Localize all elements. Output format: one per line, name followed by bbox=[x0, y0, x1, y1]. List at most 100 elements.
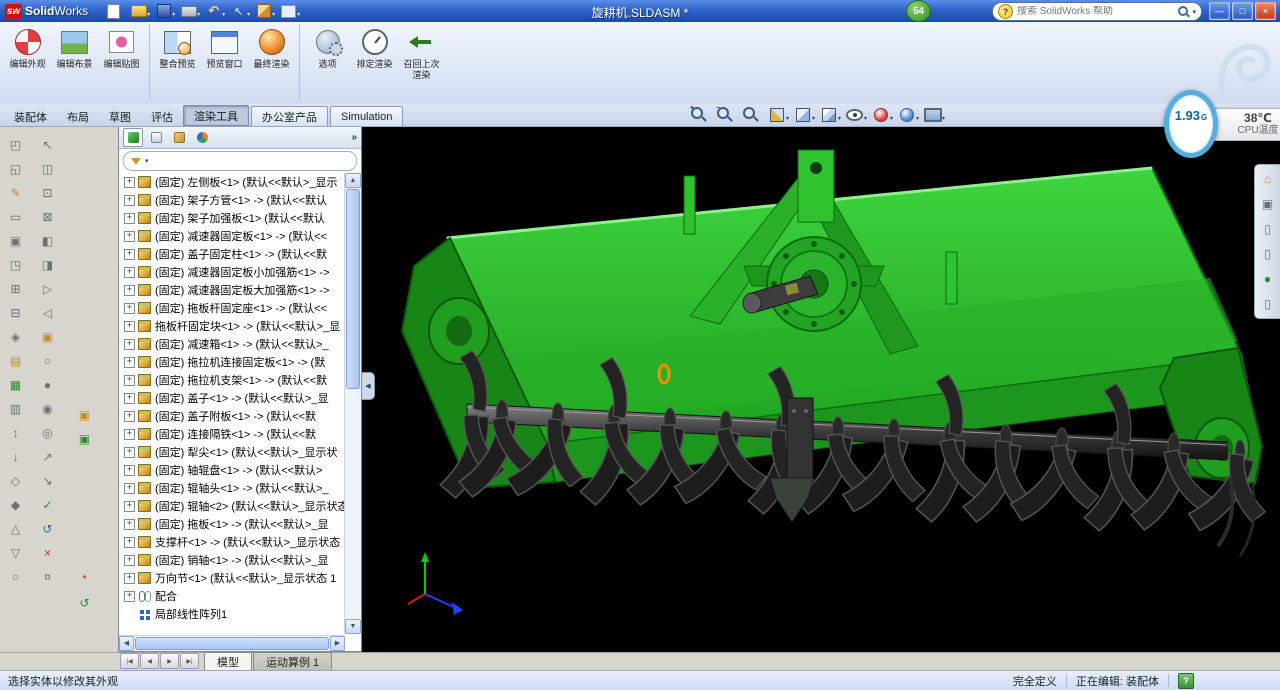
toolbar-icon[interactable]: ↕ bbox=[7, 424, 24, 441]
search-options-caret[interactable]: ▾ bbox=[1192, 8, 1196, 16]
commandmanager-tab[interactable]: 布局 bbox=[57, 107, 99, 126]
ribbon-button[interactable]: 选项 bbox=[299, 24, 351, 99]
toolbar-icon[interactable]: ◆ bbox=[7, 496, 24, 513]
toolbar-icon[interactable]: ▭ bbox=[7, 208, 24, 225]
dropdown-caret[interactable]: ▾ bbox=[942, 115, 945, 122]
tree-item[interactable]: + (固定) 辊轴<2> (默认<<默认>_显示状态 bbox=[121, 497, 344, 515]
expand-toggle[interactable]: + bbox=[124, 177, 135, 188]
view-tool-button[interactable]: ▾ bbox=[922, 105, 943, 124]
toolbar-icon[interactable]: ▣ bbox=[76, 430, 93, 447]
tree-item[interactable]: + (固定) 减速箱<1> -> (默认<<默认>_ bbox=[121, 335, 344, 353]
quick-tool-button[interactable] bbox=[102, 2, 125, 20]
toolbar-icon[interactable]: ◫ bbox=[39, 160, 56, 177]
expand-toggle[interactable]: + bbox=[124, 573, 135, 584]
dropdown-caret[interactable]: ▾ bbox=[916, 115, 919, 122]
view-tool-button[interactable] bbox=[740, 105, 761, 124]
toolbar-icon[interactable]: ▽ bbox=[7, 544, 24, 561]
toolbar-icon[interactable]: ⊞ bbox=[7, 280, 24, 297]
tree-item[interactable]: + (固定) 架子方管<1> -> (默认<<默认 bbox=[121, 191, 344, 209]
toolbar-icon[interactable]: ◳ bbox=[7, 256, 24, 273]
expand-toggle[interactable]: + bbox=[124, 213, 135, 224]
task-pane-icon[interactable]: ▯ bbox=[1260, 221, 1276, 237]
toolbar-icon[interactable]: △ bbox=[7, 520, 24, 537]
scrollbar-thumb[interactable] bbox=[346, 189, 360, 389]
search-input[interactable] bbox=[1013, 6, 1177, 17]
expand-toggle[interactable]: + bbox=[124, 537, 135, 548]
expand-toggle[interactable]: + bbox=[124, 555, 135, 566]
expand-toggle[interactable]: + bbox=[124, 375, 135, 386]
expand-toggle[interactable]: + bbox=[124, 267, 135, 278]
window-control-button[interactable]: — bbox=[1209, 2, 1230, 20]
expand-toggle[interactable]: + bbox=[124, 429, 135, 440]
dropdown-caret[interactable]: ▾ bbox=[247, 11, 250, 18]
manager-tab[interactable] bbox=[146, 128, 166, 147]
ribbon-button[interactable]: 编辑布景 bbox=[51, 24, 98, 99]
study-tab[interactable]: 运动算例 1 bbox=[253, 652, 332, 670]
expand-toggle[interactable]: + bbox=[124, 321, 135, 332]
expand-toggle[interactable]: + bbox=[124, 285, 135, 296]
tab-scroll-button[interactable]: |◀ bbox=[120, 653, 139, 669]
toolbar-icon[interactable]: ◎ bbox=[39, 424, 56, 441]
toolbar-icon[interactable]: ◨ bbox=[39, 256, 56, 273]
manager-tab[interactable] bbox=[192, 128, 212, 147]
toolbar-icon[interactable]: ↓ bbox=[7, 448, 24, 465]
tree-item[interactable]: + (固定) 盖子固定柱<1> -> (默认<<默 bbox=[121, 245, 344, 263]
tree-item[interactable]: + 配合 bbox=[121, 587, 344, 605]
toolbar-icon[interactable]: ○ bbox=[7, 568, 24, 585]
dropdown-caret[interactable]: ▾ bbox=[864, 115, 867, 122]
view-tool-button[interactable]: ▾ bbox=[792, 105, 813, 124]
tree-item[interactable]: + (固定) 盖子<1> -> (默认<<默认>_显 bbox=[121, 389, 344, 407]
expand-toggle[interactable]: + bbox=[124, 393, 135, 404]
toolbar-icon[interactable]: ↺ bbox=[39, 520, 56, 537]
toolbar-icon[interactable]: ▣ bbox=[39, 328, 56, 345]
quick-tool-button[interactable]: ↖ ▾ bbox=[227, 2, 250, 20]
toolbar-icon[interactable]: ↘ bbox=[39, 472, 56, 489]
quick-tool-button[interactable]: ▾ bbox=[252, 2, 275, 20]
tree-item[interactable]: + 支撑杆<1> -> (默认<<默认>_显示状态 bbox=[121, 533, 344, 551]
tab-scroll-button[interactable]: ▶ bbox=[160, 653, 179, 669]
tree-item[interactable]: + (固定) 犁尖<1> (默认<<默认>_显示状 bbox=[121, 443, 344, 461]
scroll-down-button[interactable]: ▼ bbox=[345, 619, 361, 634]
tree-item[interactable]: + 局部线性阵列1 bbox=[121, 605, 344, 623]
expand-toggle[interactable]: + bbox=[124, 357, 135, 368]
tree-item[interactable]: + (固定) 辊轴头<1> -> (默认<<默认>_ bbox=[121, 479, 344, 497]
expand-toggle[interactable]: + bbox=[124, 519, 135, 530]
expand-toggle[interactable]: + bbox=[124, 231, 135, 242]
dropdown-caret[interactable]: ▾ bbox=[197, 11, 200, 18]
scroll-up-button[interactable]: ▲ bbox=[345, 173, 361, 188]
tree-item[interactable]: + 万向节<1> (默认<<默认>_显示状态 1 bbox=[121, 569, 344, 587]
view-tool-button[interactable]: ▾ bbox=[844, 105, 865, 124]
expand-toggle[interactable]: + bbox=[124, 591, 135, 602]
toolbar-icon[interactable]: ◧ bbox=[39, 232, 56, 249]
ribbon-button[interactable]: 预览窗口 bbox=[201, 24, 248, 99]
ribbon-button[interactable]: 编辑外观 bbox=[4, 24, 51, 99]
view-tool-button[interactable]: + bbox=[688, 105, 709, 124]
commandmanager-tab[interactable]: 草图 bbox=[99, 107, 141, 126]
toolbar-icon[interactable]: ⊟ bbox=[7, 304, 24, 321]
model-rotary-tiller[interactable] bbox=[362, 126, 1280, 652]
tab-scroll-button[interactable]: ◀ bbox=[140, 653, 159, 669]
dropdown-caret[interactable]: ▾ bbox=[172, 11, 175, 18]
toolbar-icon[interactable]: ¤ bbox=[39, 568, 56, 585]
tree-item[interactable]: + (固定) 拖拉机支架<1> -> (默认<<默 bbox=[121, 371, 344, 389]
toolbar-icon[interactable]: ▦ bbox=[7, 376, 24, 393]
filter-caret[interactable]: ▾ bbox=[145, 157, 149, 165]
tree-item[interactable]: + (固定) 架子加强板<1> (默认<<默认 bbox=[121, 209, 344, 227]
panel-splitter-collapse[interactable]: ◀ bbox=[362, 372, 375, 400]
task-pane-icon[interactable]: ▯ bbox=[1260, 296, 1276, 312]
toolbar-icon[interactable]: ◈ bbox=[7, 328, 24, 345]
more-tabs-chevron[interactable]: » bbox=[351, 132, 357, 143]
tree-item[interactable]: + (固定) 轴辊盘<1> -> (默认<<默认> bbox=[121, 461, 344, 479]
quick-tool-button[interactable]: ▾ bbox=[177, 2, 200, 20]
toolbar-icon[interactable]: ✓ bbox=[39, 496, 56, 513]
view-tool-button[interactable]: ▾ bbox=[818, 105, 839, 124]
tree-filter-box[interactable]: ▾ bbox=[123, 151, 357, 171]
expand-toggle[interactable]: + bbox=[124, 483, 135, 494]
tree-item[interactable]: + (固定) 盖子附板<1> -> (默认<<默 bbox=[121, 407, 344, 425]
expand-toggle[interactable]: + bbox=[124, 411, 135, 422]
tree-item[interactable]: + (固定) 连接隔铁<1> -> (默认<<默 bbox=[121, 425, 344, 443]
scroll-right-button[interactable]: ▶ bbox=[330, 636, 345, 651]
quick-tool-button[interactable]: ▾ bbox=[277, 2, 300, 20]
expand-toggle[interactable]: + bbox=[124, 249, 135, 260]
tree-item[interactable]: + (固定) 拖板杆固定座<1> -> (默认<< bbox=[121, 299, 344, 317]
